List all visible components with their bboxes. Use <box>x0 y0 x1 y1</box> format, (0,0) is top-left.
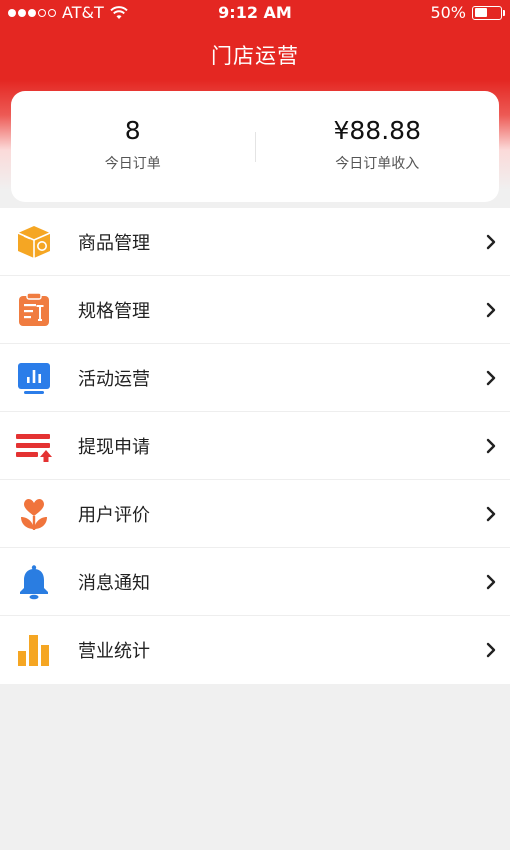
heart-flower-icon <box>21 499 47 530</box>
menu-item-withdraw-request[interactable]: 提现申请 <box>0 412 510 480</box>
menu-item-label: 提现申请 <box>78 436 150 458</box>
menu-item-label: 活动运营 <box>78 368 150 390</box>
menu-item-label: 规格管理 <box>78 300 150 322</box>
menu-item-product-management[interactable]: 商品管理 <box>0 208 510 276</box>
menu-item-business-statistics[interactable]: 营业统计 <box>0 616 510 684</box>
orders-today-label: 今日订单 <box>104 156 161 172</box>
battery-fill <box>474 8 487 17</box>
summary-card: 8 今日订单 ¥88.88 今日订单收入 <box>11 91 499 202</box>
menu-item-user-reviews[interactable]: 用户评价 <box>0 480 510 548</box>
activity-chart-icon <box>18 363 50 394</box>
withdraw-icon <box>16 434 52 462</box>
revenue-today-value: ¥88.88 <box>333 116 421 145</box>
revenue-today-stat[interactable]: ¥88.88 今日订单收入 <box>256 116 500 173</box>
chevron-right-icon <box>486 642 496 658</box>
menu-item-label: 商品管理 <box>78 232 150 254</box>
status-bar: AT&T 9:12 AM 50% <box>0 0 510 24</box>
battery-icon <box>472 5 505 20</box>
menu-item-activity-operations[interactable]: 活动运营 <box>0 344 510 412</box>
revenue-today-label: 今日订单收入 <box>335 156 420 172</box>
chevron-right-icon <box>486 574 496 590</box>
chevron-right-icon <box>486 438 496 454</box>
menu-item-label: 营业统计 <box>78 641 150 662</box>
orders-today-stat[interactable]: 8 今日订单 <box>11 116 255 173</box>
menu-item-label: 用户评价 <box>78 504 150 526</box>
operations-menu: 商品管理 规格管理 活动运营 提现申请 用户评价 消息通知 营业统计 <box>0 208 510 684</box>
menu-item-label: 消息通知 <box>78 572 150 594</box>
status-right: 50% <box>430 3 505 22</box>
chevron-right-icon <box>486 370 496 386</box>
bell-icon <box>20 565 48 600</box>
chevron-right-icon <box>486 302 496 318</box>
menu-item-spec-management[interactable]: 规格管理 <box>0 276 510 344</box>
chevron-right-icon <box>486 234 496 250</box>
package-box-icon <box>17 226 51 258</box>
bar-chart-icon <box>18 635 49 666</box>
spec-clipboard-icon <box>19 292 49 326</box>
battery-percent: 50% <box>430 3 466 22</box>
menu-item-message-notifications[interactable]: 消息通知 <box>0 548 510 616</box>
page-title: 门店运营 <box>211 44 299 68</box>
orders-today-value: 8 <box>124 116 141 145</box>
chevron-right-icon <box>486 506 496 522</box>
